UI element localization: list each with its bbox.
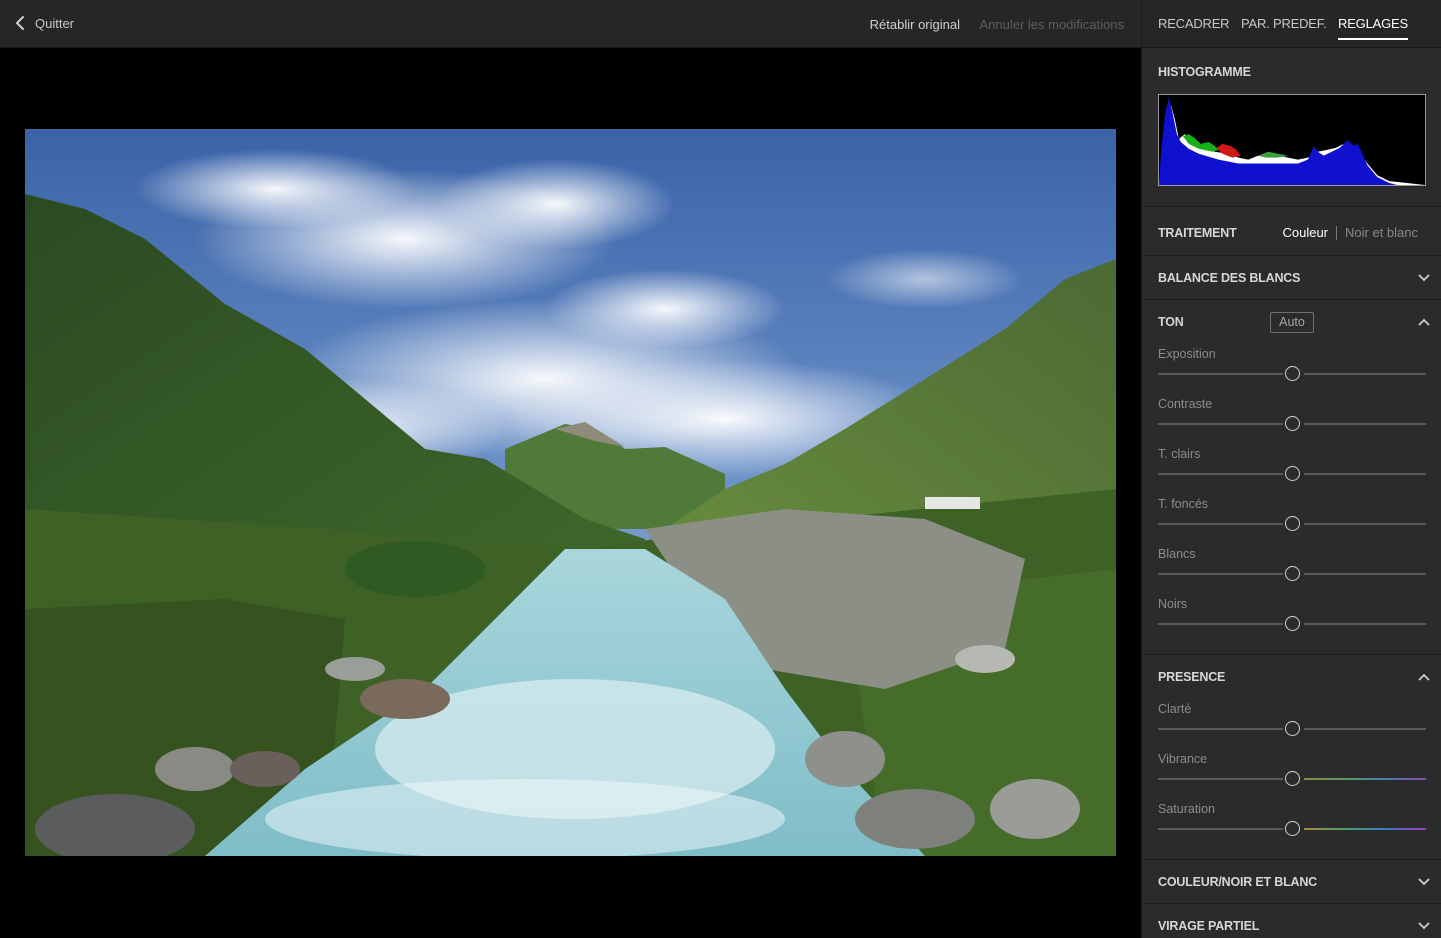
- histogram-title: HISTOGRAMME: [1158, 65, 1251, 79]
- photo-canvas: [0, 48, 1141, 938]
- blacks-thumb[interactable]: [1285, 616, 1300, 631]
- tab-crop[interactable]: RECADRER: [1158, 16, 1230, 31]
- treatment-divider: [1336, 225, 1338, 240]
- vibrance-slider[interactable]: Vibrance: [1158, 752, 1426, 802]
- blacks-track-left: [1158, 623, 1283, 625]
- blacks-label: Noirs: [1158, 597, 1188, 611]
- exposure-label: Exposition: [1158, 347, 1216, 361]
- clarity-track-right: [1304, 728, 1426, 730]
- tone-title: TON: [1158, 315, 1184, 329]
- exposure-slider[interactable]: Exposition: [1158, 347, 1426, 397]
- whites-label: Blancs: [1158, 547, 1196, 561]
- chevron-down-icon[interactable]: [1418, 274, 1430, 282]
- vibrance-thumb[interactable]: [1285, 771, 1300, 786]
- vibrance-track-left: [1158, 778, 1283, 780]
- whites-track-left: [1158, 573, 1283, 575]
- undo-changes-button[interactable]: Annuler les modifications: [979, 17, 1124, 32]
- photo-preview: [25, 129, 1116, 856]
- chevron-down-icon[interactable]: [1418, 922, 1430, 930]
- color-bw-title: COULEUR/NOIR ET BLANC: [1158, 875, 1317, 889]
- contrast-label: Contraste: [1158, 397, 1213, 411]
- white-balance-title: BALANCE DES BLANCS: [1158, 271, 1301, 285]
- histogram-section: HISTOGRAMME: [1142, 49, 1441, 207]
- clarity-track-left: [1158, 728, 1283, 730]
- chevron-up-icon[interactable]: [1418, 673, 1430, 681]
- chevron-down-icon[interactable]: [1418, 878, 1430, 886]
- saturation-slider[interactable]: Saturation: [1158, 802, 1426, 852]
- top-toolbar: Quitter Rétablir original Annuler les mo…: [0, 0, 1141, 48]
- highlights-track-right: [1304, 473, 1426, 475]
- treatment-title: TRAITEMENT: [1158, 226, 1237, 240]
- treatment-color-option[interactable]: Couleur: [1282, 225, 1328, 240]
- presence-section: PRESENCE Clarté Vibrance Saturation: [1142, 655, 1441, 860]
- tab-adjustments[interactable]: REGLAGES: [1338, 16, 1408, 40]
- split-tone-title: VIRAGE PARTIEL: [1158, 919, 1260, 933]
- chevron-left-icon: [15, 16, 24, 30]
- exposure-track-left: [1158, 373, 1283, 375]
- treatment-section: TRAITEMENT Couleur Noir et blanc: [1142, 207, 1441, 256]
- histogram-chart: [1158, 94, 1426, 186]
- tone-auto-button[interactable]: Auto: [1270, 312, 1314, 333]
- white-balance-section[interactable]: BALANCE DES BLANCS: [1142, 256, 1441, 300]
- adjustments-panel: RECADRER PAR. PREDEF. REGLAGES HISTOGRAM…: [1141, 0, 1441, 938]
- exposure-thumb[interactable]: [1285, 366, 1300, 381]
- saturation-thumb[interactable]: [1285, 821, 1300, 836]
- contrast-thumb[interactable]: [1285, 416, 1300, 431]
- shadows-track-left: [1158, 523, 1283, 525]
- presence-title: PRESENCE: [1158, 670, 1226, 684]
- whites-track-right: [1304, 573, 1426, 575]
- tab-presets[interactable]: PAR. PREDEF.: [1241, 16, 1327, 31]
- whites-thumb[interactable]: [1285, 566, 1300, 581]
- restore-original-button[interactable]: Rétablir original: [870, 17, 960, 32]
- saturation-label: Saturation: [1158, 802, 1215, 816]
- shadows-label: T. foncés: [1158, 497, 1209, 511]
- saturation-track-right: [1304, 828, 1426, 830]
- highlights-track-left: [1158, 473, 1283, 475]
- split-tone-section[interactable]: VIRAGE PARTIEL: [1142, 904, 1441, 938]
- treatment-bw-option[interactable]: Noir et blanc: [1345, 225, 1418, 240]
- exposure-track-right: [1304, 373, 1426, 375]
- vibrance-track-right: [1304, 778, 1426, 780]
- shadows-track-right: [1304, 523, 1426, 525]
- blacks-slider[interactable]: Noirs: [1158, 597, 1426, 647]
- blacks-track-right: [1304, 623, 1426, 625]
- tone-section: TON Auto Exposition Contraste T. clairs …: [1142, 300, 1441, 655]
- highlights-slider[interactable]: T. clairs: [1158, 447, 1426, 497]
- clarity-slider[interactable]: Clarté: [1158, 702, 1426, 752]
- quit-label: Quitter: [35, 15, 75, 31]
- contrast-slider[interactable]: Contraste: [1158, 397, 1426, 447]
- panel-tabs: RECADRER PAR. PREDEF. REGLAGES: [1142, 0, 1441, 48]
- saturation-track-left: [1158, 828, 1283, 830]
- quit-button[interactable]: Quitter: [12, 14, 74, 32]
- highlights-label: T. clairs: [1158, 447, 1201, 461]
- vibrance-label: Vibrance: [1158, 752, 1208, 766]
- contrast-track-left: [1158, 423, 1283, 425]
- contrast-track-right: [1304, 423, 1426, 425]
- whites-slider[interactable]: Blancs: [1158, 547, 1426, 597]
- chevron-up-icon[interactable]: [1418, 318, 1430, 326]
- shadows-thumb[interactable]: [1285, 516, 1300, 531]
- highlights-thumb[interactable]: [1285, 466, 1300, 481]
- clarity-thumb[interactable]: [1285, 721, 1300, 736]
- color-bw-section[interactable]: COULEUR/NOIR ET BLANC: [1142, 860, 1441, 904]
- shadows-slider[interactable]: T. foncés: [1158, 497, 1426, 547]
- clarity-label: Clarté: [1158, 702, 1192, 716]
- treatment-options: Couleur Noir et blanc: [1282, 225, 1418, 240]
